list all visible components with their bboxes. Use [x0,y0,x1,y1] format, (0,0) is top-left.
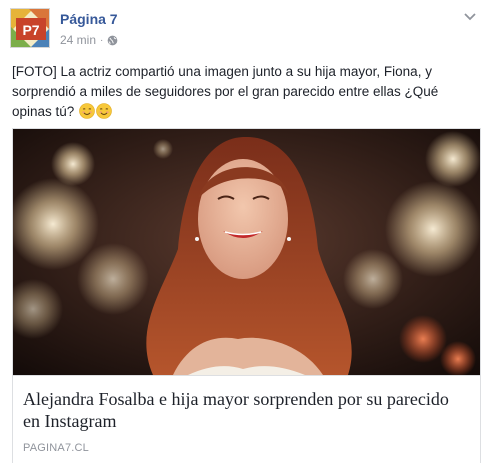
link-preview-card[interactable]: Alejandra Fosalba e hija mayor sorprende… [12,128,481,463]
page-name-link[interactable]: Página 7 [60,11,118,27]
post-message: [FOTO] La actriz compartió una imagen ju… [12,64,443,119]
post-text: [FOTO] La actriz compartió una imagen ju… [12,62,478,122]
link-preview-info[interactable]: Alejandra Fosalba e hija mayor sorprende… [13,375,480,463]
link-preview-image[interactable] [13,129,480,375]
link-title[interactable]: Alejandra Fosalba e hija mayor sorprende… [23,388,463,432]
post-header: P7 Página 7 24 min · [10,8,480,54]
globe-icon[interactable] [107,35,118,46]
page-avatar[interactable]: P7 [10,8,50,48]
link-domain: PAGINA7.CL [23,442,89,454]
svg-text:P7: P7 [22,22,39,38]
smiling-face-emoji [79,103,95,119]
smiling-face-emoji [96,103,112,119]
meta-separator: · [100,34,104,46]
post-timestamp[interactable]: 24 min [60,33,96,47]
post-meta: 24 min · [60,33,118,47]
actress-photo [13,129,480,375]
page-logo: P7 [11,9,49,47]
chevron-down-icon[interactable] [462,10,478,24]
